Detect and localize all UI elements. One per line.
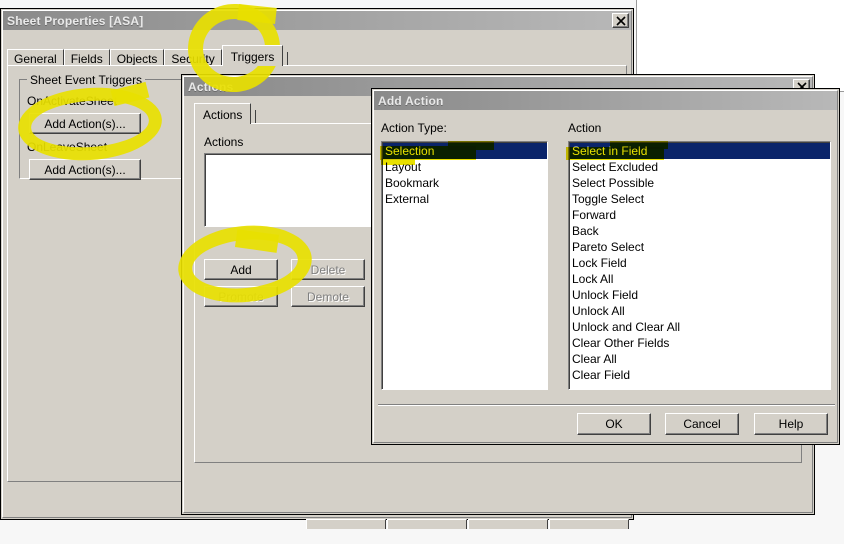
add-action-separator [378,404,835,406]
action-back-item[interactable]: Back [570,223,830,239]
actions-demote-label: Demote [306,289,350,304]
tab-triggers[interactable]: Triggers [221,45,284,66]
action-item-label: Back [572,224,599,238]
actions-delete-label: Delete [310,262,346,277]
action-type-layout-item[interactable]: Layout [383,159,547,175]
sheet-properties-footer-button-1[interactable] [306,519,386,529]
action-item-label: Clear Other Fields [572,336,670,350]
tab-actions[interactable]: Actions [194,103,252,124]
action-item-label: Select in Field [572,144,648,158]
action-item-label: Clear Field [572,368,631,382]
action-item-label: Select Excluded [572,160,659,174]
actions-add-button[interactable]: Add [204,259,278,280]
action-item-label: Clear All [572,352,617,366]
action-unlock-field-item[interactable]: Unlock Field [570,287,830,303]
tab-security[interactable]: Security [164,49,222,66]
action-type-label: Action Type: [381,121,447,135]
action-lock-all-item[interactable]: Lock All [570,271,830,287]
action-item-label: Unlock and Clear All [572,320,681,334]
sheet-properties-footer-button-3[interactable] [468,519,548,529]
add-action-dialog: Add Action Action Type: Selection Layout… [371,88,840,445]
add-action-title: Add Action [378,93,444,108]
action-item-label: Lock All [572,272,614,286]
onactivatesheet-add-actions-label: Add Action(s)... [44,116,126,131]
add-action-ok-label: OK [605,417,623,431]
add-action-cancel-button[interactable]: Cancel [665,413,739,435]
action-type-list-inner: Selection Layout Bookmark External [382,142,547,207]
sheet-properties-title: Sheet Properties [ASA] [7,13,144,28]
action-clear-all-item[interactable]: Clear All [570,351,830,367]
action-select-excluded-item[interactable]: Select Excluded [570,159,830,175]
add-action-cancel-label: Cancel [683,417,721,431]
action-type-item-label: Bookmark [385,176,440,190]
action-select-in-field-item[interactable]: Select in Field [570,143,830,159]
action-item-label: Unlock Field [572,288,639,302]
tab-general-label: General [14,52,57,66]
sheet-properties-tabstrip: General Fields Objects Security Triggers [7,45,289,66]
action-type-listbox[interactable]: Selection Layout Bookmark External [381,141,548,390]
sheet-properties-footer-button-4[interactable] [549,519,629,529]
action-type-item-label: Layout [385,160,422,174]
action-type-item-label: Selection [385,144,435,158]
actions-list-label: Actions [204,135,244,149]
close-icon[interactable] [612,13,629,28]
add-action-titlebar: Add Action [374,91,837,110]
actions-tabstrip: Actions [194,103,257,124]
add-action-help-label: Help [778,417,804,431]
action-unlock-and-clear-all-item[interactable]: Unlock and Clear All [570,319,830,335]
tab-triggers-label: Triggers [230,50,275,64]
action-item-label: Unlock All [572,304,625,318]
actions-title: Actions [188,79,234,94]
action-listbox[interactable]: Select in Field Select Excluded Select P… [568,141,831,390]
onleavesheet-add-actions-button[interactable]: Add Action(s)... [29,159,141,180]
add-action-help-button[interactable]: Help [754,413,828,435]
tab-objects[interactable]: Objects [109,49,165,66]
add-action-ok-button[interactable]: OK [577,413,651,435]
actions-demote-button[interactable]: Demote [291,286,365,307]
sheet-event-triggers-legend: Sheet Event Triggers [27,73,146,87]
action-item-label: Select Possible [572,176,655,190]
tab-fields-label: Fields [70,52,103,66]
action-clear-field-item[interactable]: Clear Field [570,367,830,383]
action-type-item-label: External [385,192,430,206]
onleavesheet-label: OnLeaveSheet [27,140,108,154]
action-clear-other-fields-item[interactable]: Clear Other Fields [570,335,830,351]
tab-security-label: Security [171,52,215,66]
actions-promote-label: Promote [218,289,264,304]
actions-listbox[interactable] [204,153,376,227]
actions-delete-button[interactable]: Delete [291,259,365,280]
action-pareto-select-item[interactable]: Pareto Select [570,239,830,255]
tab-general[interactable]: General [7,49,64,66]
action-select-possible-item[interactable]: Select Possible [570,175,830,191]
sheet-properties-footer-button-2[interactable] [387,519,467,529]
tab-fields[interactable]: Fields [63,49,110,66]
action-label: Action [568,121,602,135]
action-lock-field-item[interactable]: Lock Field [570,255,830,271]
action-unlock-all-item[interactable]: Unlock All [570,303,830,319]
action-toggle-select-item[interactable]: Toggle Select [570,191,830,207]
action-item-label: Lock Field [572,256,627,270]
tabstrip-end-divider [287,52,289,66]
sheet-properties-titlebar: Sheet Properties [ASA] [3,11,631,30]
onleavesheet-add-actions-label: Add Action(s)... [44,162,126,177]
screenshot-root: Sheet Properties [ASA] General Fields Ob… [0,0,844,544]
action-item-label: Forward [572,208,617,222]
tab-objects-label: Objects [116,52,158,66]
action-item-label: Pareto Select [572,240,645,254]
actions-add-label: Add [230,262,252,277]
action-item-label: Toggle Select [572,192,645,206]
action-forward-item[interactable]: Forward [570,207,830,223]
onactivatesheet-label: OnActivateSheet [27,94,118,108]
actions-tabstrip-end-divider [255,110,257,124]
action-list-inner: Select in Field Select Excluded Select P… [569,142,830,383]
action-type-bookmark-item[interactable]: Bookmark [383,175,547,191]
action-type-external-item[interactable]: External [383,191,547,207]
onactivatesheet-add-actions-button[interactable]: Add Action(s)... [29,113,141,134]
action-type-selection-item[interactable]: Selection [383,143,547,159]
actions-promote-button[interactable]: Promote [204,286,278,307]
tab-actions-label: Actions [203,108,243,122]
